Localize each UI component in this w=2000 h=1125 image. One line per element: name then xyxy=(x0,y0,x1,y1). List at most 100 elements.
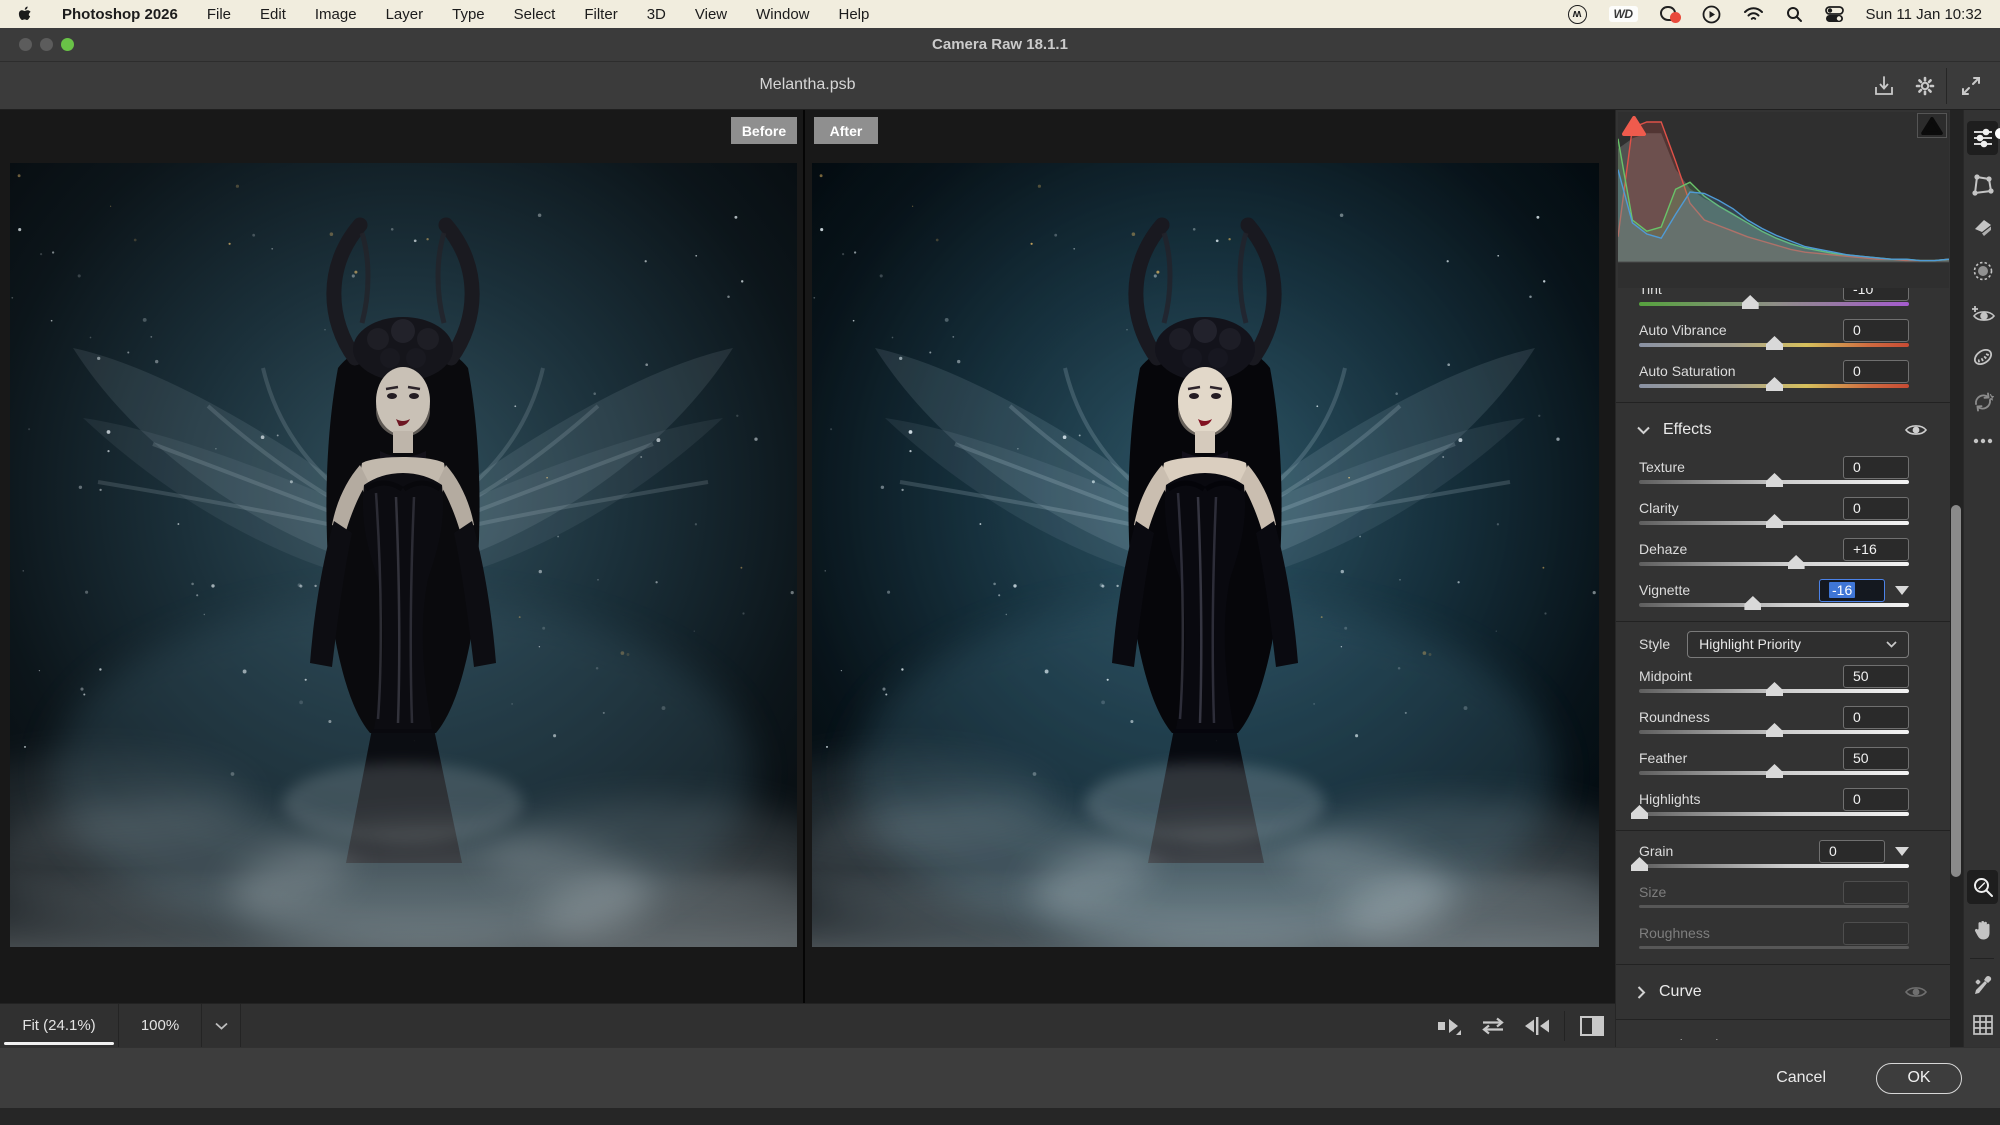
menu-item-window[interactable]: Window xyxy=(756,6,809,23)
menu-item-edit[interactable]: Edit xyxy=(260,6,286,23)
split-view-icon[interactable] xyxy=(1575,1011,1609,1041)
style-dropdown[interactable]: Highlight Priority xyxy=(1687,631,1909,658)
highlights-value-field[interactable]: 0 xyxy=(1843,788,1909,811)
healing-tool[interactable] xyxy=(1967,211,1998,245)
menu-item-type[interactable]: Type xyxy=(452,6,485,23)
menu-item-help[interactable]: Help xyxy=(839,6,870,23)
fit-zoom-tab[interactable]: Fit (24.1%) xyxy=(0,1004,118,1047)
control-center-icon[interactable] xyxy=(1825,4,1844,24)
slider-row-size: Size xyxy=(1616,877,1950,918)
edit-sliders-tool[interactable] xyxy=(1967,121,1998,155)
red-eye-tool[interactable] xyxy=(1967,297,1998,331)
wacom-status-icon[interactable]: w xyxy=(1568,4,1587,24)
zoom-level-dropdown[interactable] xyxy=(202,1004,240,1047)
fullscreen-toggle-icon[interactable] xyxy=(1956,71,1986,101)
edit-panel: Tint-10Auto Vibrance0Auto Saturation0 Ef… xyxy=(1615,110,1950,1047)
minimize-window-button[interactable] xyxy=(40,38,53,51)
menu-item-3d[interactable]: 3D xyxy=(647,6,666,23)
macos-menu-bar: Photoshop 2026 File Edit Image Layer Type Sel… xyxy=(0,0,2000,28)
cancel-button[interactable]: Cancel xyxy=(1770,1068,1832,1088)
vignette-slider-track[interactable] xyxy=(1639,603,1909,607)
roundness-value-field[interactable]: 0 xyxy=(1843,706,1909,729)
effects-section-header[interactable]: Effects xyxy=(1616,408,1950,452)
panel-scroll-area[interactable]: Tint-10Auto Vibrance0Auto Saturation0 Ef… xyxy=(1616,288,1950,1040)
highlights-label: Highlights xyxy=(1639,791,1700,807)
roundness-slider-track[interactable] xyxy=(1639,730,1909,734)
menu-clock[interactable]: Sun 11 Jan 10:32 xyxy=(1866,6,1982,23)
presets-tool[interactable] xyxy=(1967,340,1998,374)
swap-before-after-icon[interactable] xyxy=(1476,1011,1510,1041)
vignette-disclosure-triangle-icon[interactable] xyxy=(1885,586,1909,595)
clarity-slider-track[interactable] xyxy=(1639,521,1909,525)
highlights-slider-track[interactable] xyxy=(1639,812,1909,816)
menu-item-select[interactable]: Select xyxy=(514,6,556,23)
slider-row-tint: Tint-10 xyxy=(1616,288,1950,315)
midpoint-slider-track[interactable] xyxy=(1639,689,1909,693)
hand-tool[interactable] xyxy=(1967,913,1998,947)
size-value-field[interactable] xyxy=(1843,881,1909,904)
auto-saturation-slider-track[interactable] xyxy=(1639,384,1909,388)
section-divider xyxy=(1616,1019,1950,1020)
settings-gear-icon[interactable] xyxy=(1910,71,1940,101)
clarity-value-field[interactable]: 0 xyxy=(1843,497,1909,520)
play-status-icon[interactable] xyxy=(1702,4,1721,24)
highlight-clipping-warning-icon[interactable] xyxy=(1917,113,1947,138)
after-view-tab[interactable]: After xyxy=(814,117,878,144)
sync-settings-tool[interactable] xyxy=(1967,385,1998,419)
grain-slider-track[interactable] xyxy=(1639,864,1909,868)
before-image-viewport[interactable] xyxy=(10,163,797,947)
menu-item-filter[interactable]: Filter xyxy=(584,6,617,23)
grain-value-field[interactable]: 0 xyxy=(1819,840,1885,863)
auto-vibrance-slider-track[interactable] xyxy=(1639,343,1909,347)
cycle-view-mode-icon[interactable] xyxy=(1432,1011,1466,1041)
toolbar-divider xyxy=(1946,68,1947,104)
menu-item-file[interactable]: File xyxy=(207,6,231,23)
menu-app-name[interactable]: Photoshop 2026 xyxy=(62,6,178,23)
auto-vibrance-value-field[interactable]: 0 xyxy=(1843,319,1909,342)
after-image-viewport[interactable] xyxy=(812,163,1599,947)
grid-overlay-tool[interactable] xyxy=(1967,1008,1998,1042)
roughness-value-field[interactable] xyxy=(1843,922,1909,945)
curve-section-header[interactable]: Curve xyxy=(1616,970,1950,1014)
crop-tool[interactable] xyxy=(1967,168,1998,202)
save-image-icon[interactable] xyxy=(1869,71,1899,101)
creative-cloud-status-icon[interactable] xyxy=(1660,5,1680,23)
masking-tool[interactable] xyxy=(1967,254,1998,288)
effects-visibility-eye-icon[interactable] xyxy=(1905,423,1927,437)
more-options-button[interactable] xyxy=(1967,424,1998,458)
shadow-clipping-warning-icon[interactable] xyxy=(1619,113,1649,138)
panel-scrollbar[interactable] xyxy=(1951,505,1961,877)
before-view-tab[interactable]: Before xyxy=(731,117,797,144)
dehaze-value-field[interactable]: +16 xyxy=(1843,538,1909,561)
auto-saturation-value-field[interactable]: 0 xyxy=(1843,360,1909,383)
copy-settings-icon[interactable] xyxy=(1520,1011,1554,1041)
feather-value-field[interactable]: 50 xyxy=(1843,747,1909,770)
vignette-value-field[interactable]: -16 xyxy=(1819,579,1885,602)
menu-item-image[interactable]: Image xyxy=(315,6,357,23)
texture-slider-track[interactable] xyxy=(1639,480,1909,484)
zoom-100-tab[interactable]: 100% xyxy=(119,1004,201,1047)
tint-value-field[interactable]: -10 xyxy=(1843,288,1909,301)
zoom-bar-divider xyxy=(240,1004,241,1047)
menu-item-layer[interactable]: Layer xyxy=(386,6,424,23)
feather-slider-track[interactable] xyxy=(1639,771,1909,775)
edge-indicator-dot xyxy=(1995,128,2000,139)
dehaze-slider-track[interactable] xyxy=(1639,562,1909,566)
zoom-window-button[interactable] xyxy=(61,38,74,51)
spotlight-search-icon[interactable] xyxy=(1786,4,1803,24)
texture-value-field[interactable]: 0 xyxy=(1843,456,1909,479)
apple-menu-icon[interactable] xyxy=(18,4,33,24)
wifi-status-icon[interactable] xyxy=(1743,4,1764,24)
curve-visibility-eye-icon[interactable] xyxy=(1905,985,1927,999)
zoom-tool[interactable] xyxy=(1967,870,1998,904)
color-mixer-section-header[interactable]: Color Mixer xyxy=(1616,1025,1950,1040)
menu-item-view[interactable]: View xyxy=(695,6,727,23)
histogram[interactable] xyxy=(1618,112,1949,288)
grain-disclosure-triangle-icon[interactable] xyxy=(1885,847,1909,856)
tint-slider-track[interactable] xyxy=(1639,302,1909,306)
ok-button[interactable]: OK xyxy=(1876,1063,1962,1094)
wd-status-icon[interactable]: WD xyxy=(1609,4,1638,24)
white-balance-eyedropper-tool[interactable] xyxy=(1967,968,1998,1002)
midpoint-value-field[interactable]: 50 xyxy=(1843,665,1909,688)
close-window-button[interactable] xyxy=(19,38,32,51)
